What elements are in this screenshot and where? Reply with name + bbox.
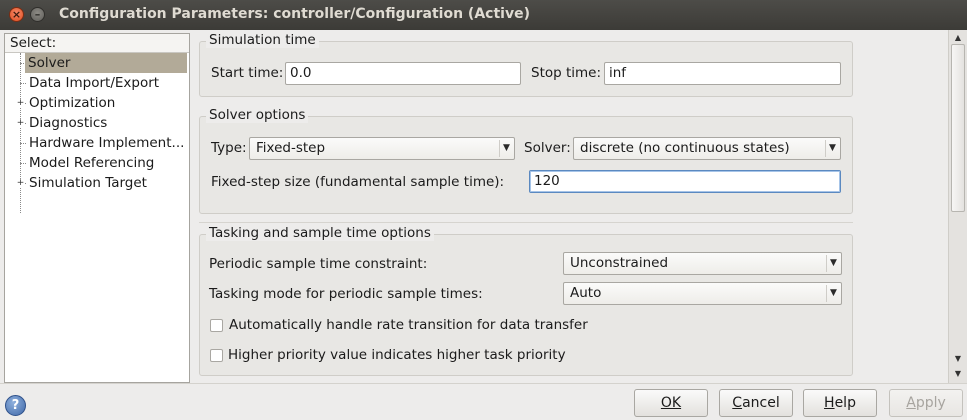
tree-item-optimization[interactable]: + Optimization	[5, 93, 189, 113]
stop-time-input[interactable]: inf	[604, 62, 841, 85]
minimize-icon: –	[34, 8, 41, 21]
start-time-label: Start time:	[211, 65, 284, 81]
simulation-time-title: Simulation time	[206, 32, 319, 48]
solver-dropdown-value: discrete (no continuous states)	[580, 140, 790, 156]
tree-item-model-referencing[interactable]: Model Referencing	[5, 153, 189, 173]
rate-transition-label: Automatically handle rate transition for…	[229, 317, 588, 333]
scroll-down-icon[interactable]: ▼	[951, 367, 965, 380]
solver-dropdown[interactable]: discrete (no continuous states) ▼	[573, 137, 841, 160]
expand-plus-icon[interactable]: +	[16, 179, 25, 188]
solver-label: Solver:	[524, 140, 571, 156]
settings-panel: Simulation time Start time: 0.0 Stop tim…	[193, 30, 948, 383]
type-dropdown-value: Fixed-step	[256, 140, 326, 156]
scrollbar-thumb[interactable]	[951, 44, 965, 212]
chevron-down-icon: ▼	[826, 255, 840, 272]
close-icon: ×	[11, 8, 22, 21]
tree-item-label: Hardware Implement...	[29, 135, 185, 151]
ok-button[interactable]: OK	[634, 389, 708, 417]
cancel-button[interactable]: Cancel	[719, 389, 793, 417]
start-time-input[interactable]: 0.0	[285, 62, 521, 85]
vertical-scrollbar[interactable]: ▲ ▼ ▼	[948, 30, 967, 383]
help-icon[interactable]: ?	[5, 395, 26, 416]
tree-item-label: Diagnostics	[29, 115, 108, 131]
tasking-mode-dropdown[interactable]: Auto ▼	[563, 282, 842, 305]
chevron-down-icon: ▼	[825, 140, 839, 157]
apply-button[interactable]: Apply	[889, 389, 963, 417]
dialog-button-bar: ? OK Cancel Help Apply	[0, 383, 967, 420]
fixed-step-size-label: Fixed-step size (fundamental sample time…	[211, 174, 505, 190]
tree-item-hardware-implementation[interactable]: Hardware Implement...	[5, 133, 189, 153]
expand-plus-icon[interactable]: +	[16, 99, 25, 108]
tree-item-label: Data Import/Export	[29, 75, 160, 91]
help-button[interactable]: Help	[803, 389, 877, 417]
scroll-down-icon[interactable]: ▼	[951, 352, 965, 365]
tree-header: Select:	[5, 34, 189, 53]
periodic-constraint-dropdown[interactable]: Unconstrained ▼	[563, 252, 842, 275]
ok-button-label: OK	[660, 395, 682, 411]
rate-transition-checkbox[interactable]	[210, 319, 223, 332]
periodic-constraint-value: Unconstrained	[570, 255, 669, 271]
tree-item-label: Simulation Target	[29, 175, 147, 191]
type-label: Type:	[211, 140, 247, 156]
tree-item-solver[interactable]: Solver	[5, 53, 189, 73]
type-dropdown[interactable]: Fixed-step ▼	[249, 137, 515, 160]
section-divider	[199, 222, 853, 223]
tasking-mode-value: Auto	[570, 285, 602, 301]
title-bar: × – Configuration Parameters: controller…	[0, 0, 967, 30]
tree-item-label: Model Referencing	[29, 155, 155, 171]
priority-checkbox[interactable]	[210, 349, 223, 362]
tree-item-data-import-export[interactable]: Data Import/Export	[5, 73, 189, 93]
fixed-step-size-input[interactable]: 120	[529, 170, 841, 193]
window-title: Configuration Parameters: controller/Con…	[59, 6, 530, 22]
minimize-window-button[interactable]: –	[30, 7, 45, 22]
tasking-options-title: Tasking and sample time options	[206, 225, 434, 241]
priority-label: Higher priority value indicates higher t…	[228, 347, 566, 363]
tasking-mode-label: Tasking mode for periodic sample times:	[209, 286, 483, 302]
chevron-down-icon: ▼	[499, 140, 513, 157]
tree-item-simulation-target[interactable]: + Simulation Target	[5, 173, 189, 193]
solver-options-title: Solver options	[206, 107, 309, 123]
category-tree: Select: Solver Data Import/Export + Opti…	[4, 33, 190, 383]
chevron-down-icon: ▼	[826, 285, 840, 302]
tree-item-label: Solver	[25, 53, 187, 73]
stop-time-label: Stop time:	[531, 65, 602, 81]
solver-options-group	[199, 116, 853, 214]
expand-plus-icon[interactable]: +	[16, 119, 25, 128]
periodic-constraint-label: Periodic sample time constraint:	[209, 256, 428, 272]
scroll-up-icon[interactable]: ▲	[951, 31, 965, 44]
tree-item-diagnostics[interactable]: + Diagnostics	[5, 113, 189, 133]
tree-item-label: Optimization	[29, 95, 116, 111]
close-window-button[interactable]: ×	[9, 7, 24, 22]
